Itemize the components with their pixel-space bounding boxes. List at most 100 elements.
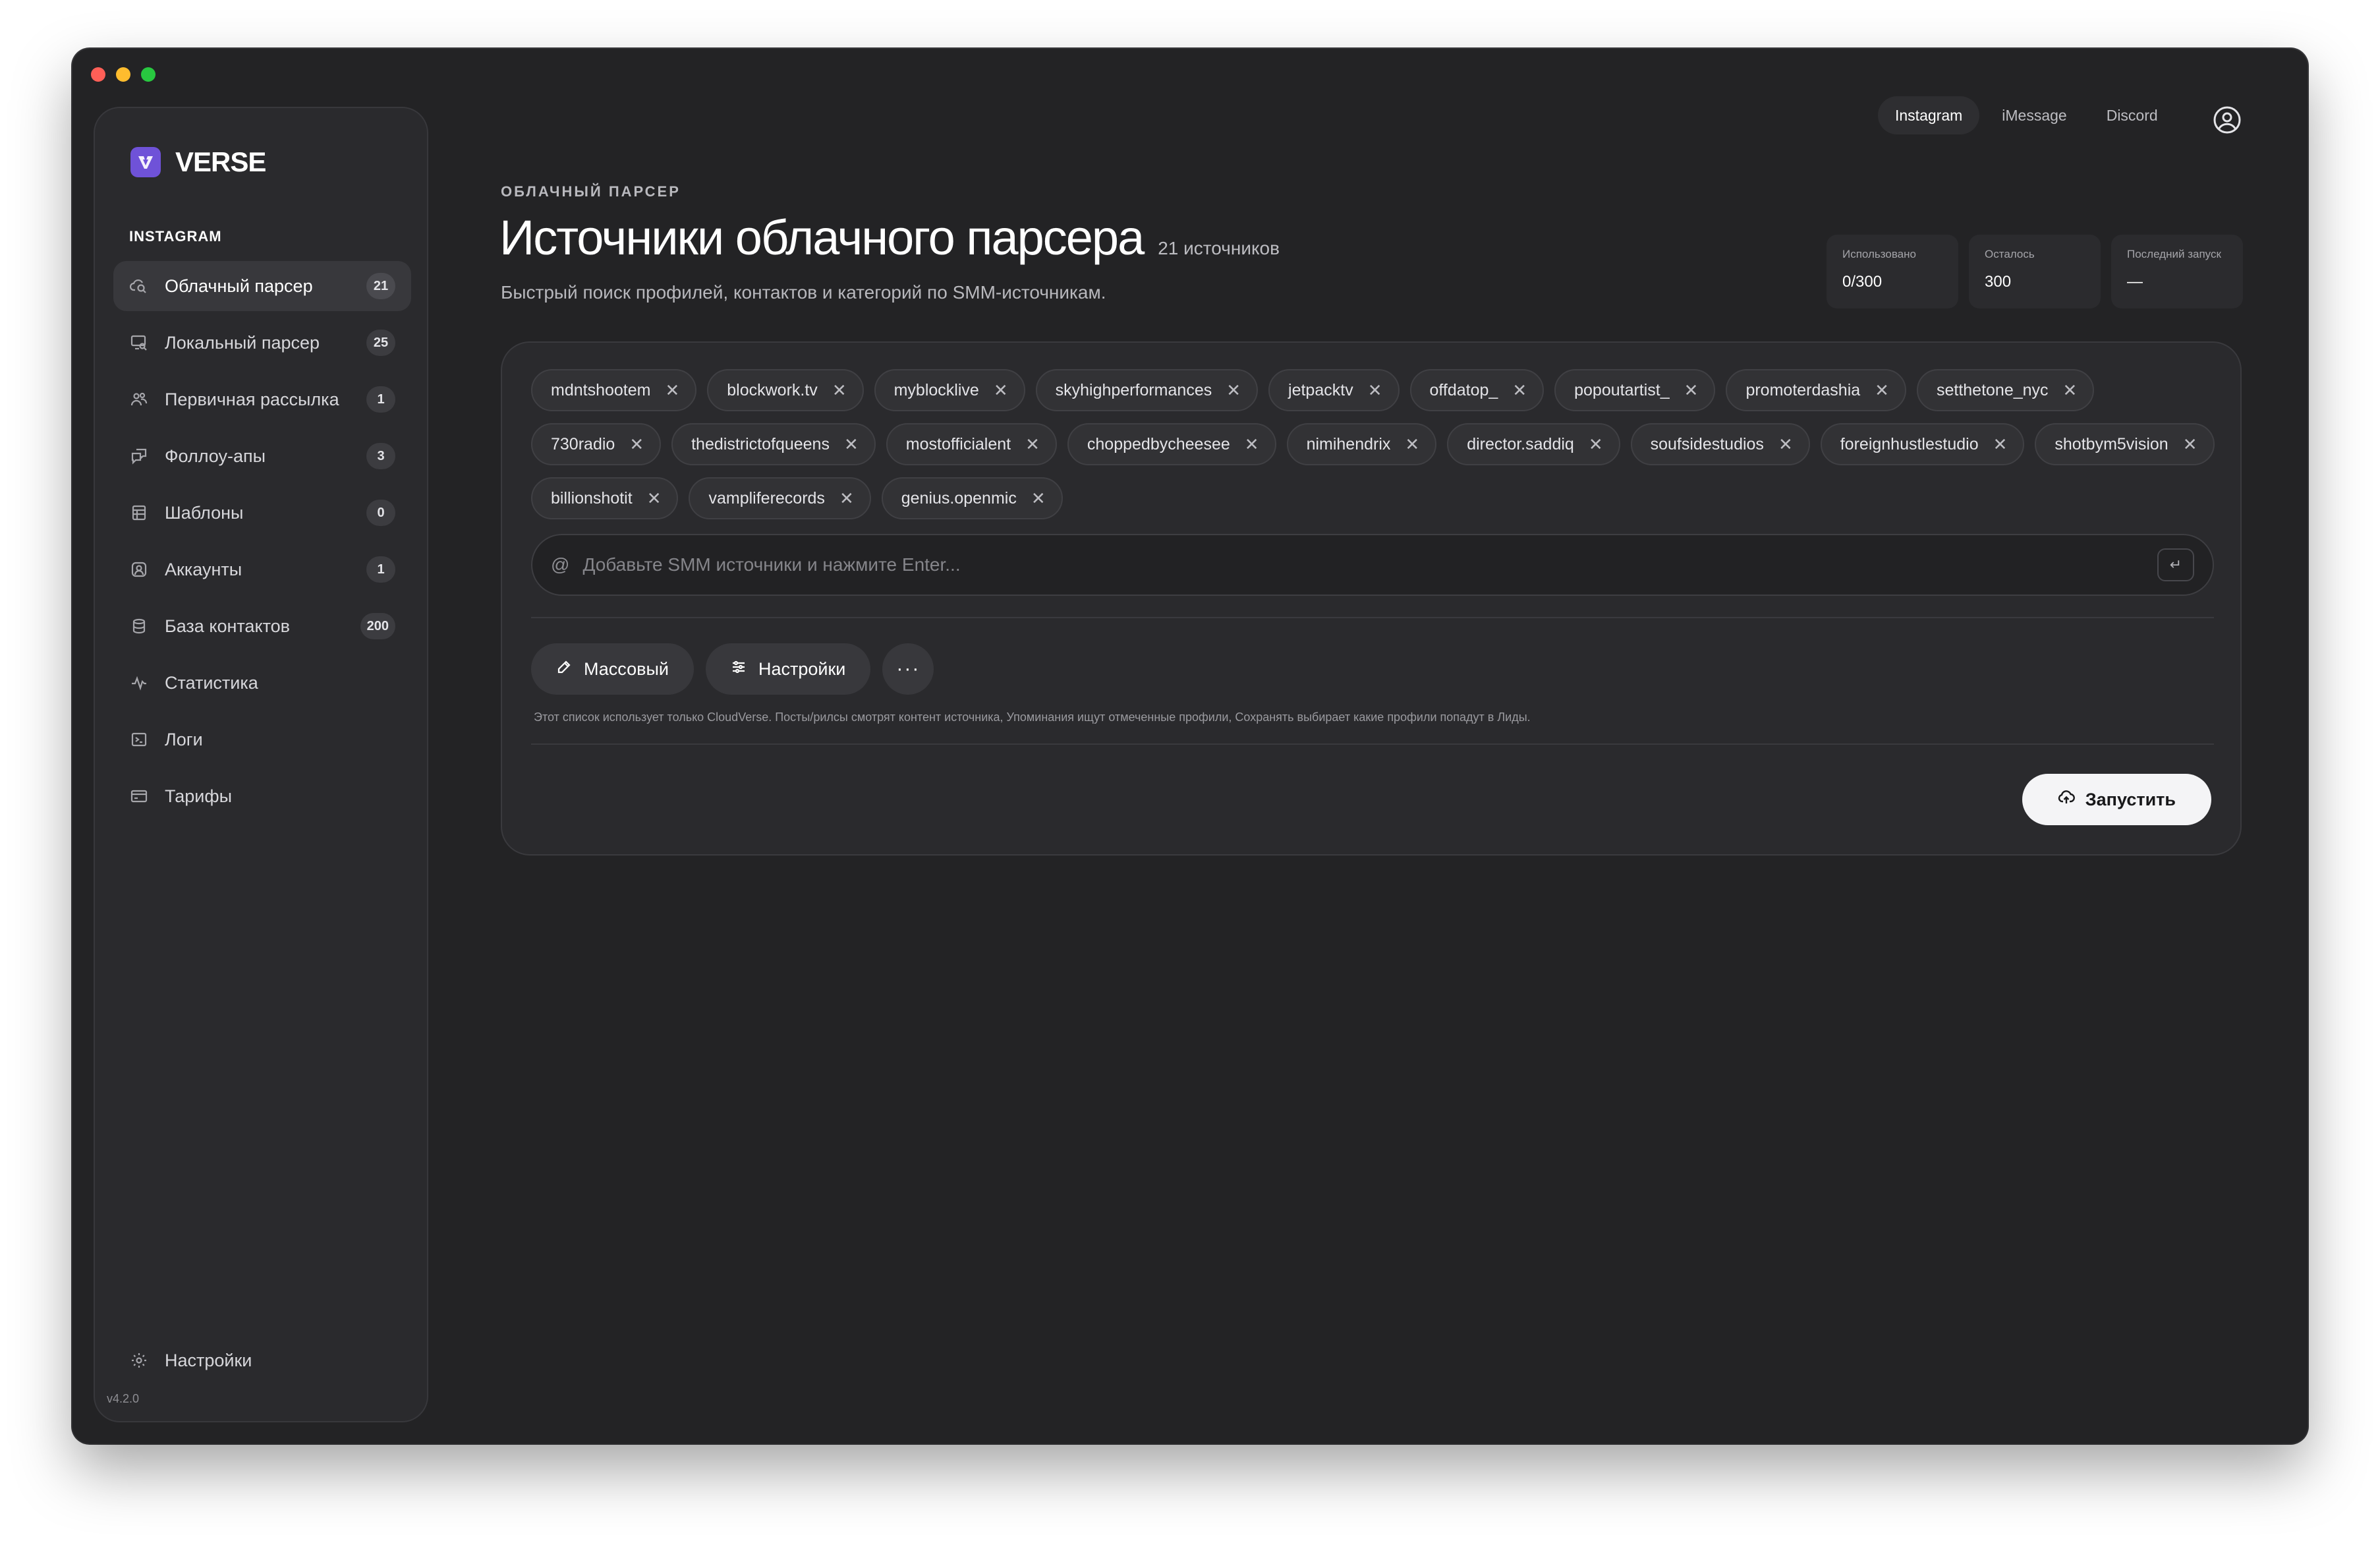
- source-chip[interactable]: billionshotit ✕: [531, 477, 679, 519]
- sidebar-item-label: Шаблоны: [165, 502, 244, 523]
- settings-button[interactable]: Настройки: [705, 643, 871, 695]
- remove-source-icon[interactable]: ✕: [1684, 382, 1699, 399]
- remove-source-icon[interactable]: ✕: [1993, 436, 2008, 453]
- minimize-window-button[interactable]: [116, 67, 130, 82]
- monitor-search-icon: [129, 333, 149, 353]
- remove-source-icon[interactable]: ✕: [1512, 382, 1527, 399]
- more-options-button[interactable]: ···: [882, 643, 934, 695]
- remove-source-icon[interactable]: ✕: [994, 382, 1008, 399]
- sliders-icon: [731, 659, 747, 680]
- source-chip[interactable]: jetpacktv ✕: [1268, 369, 1400, 411]
- run-button[interactable]: Запустить: [2022, 774, 2211, 825]
- sidebar-item-badge: 25: [366, 330, 395, 356]
- sidebar-item-badge: 3: [366, 443, 395, 469]
- stat-label: Последний запуск: [2127, 248, 2221, 260]
- edit-icon: [556, 659, 572, 680]
- sidebar-item-logs[interactable]: Логи: [113, 714, 411, 765]
- source-chip[interactable]: vampliferecords ✕: [689, 477, 871, 519]
- source-chip[interactable]: popoutartist_ ✕: [1554, 369, 1716, 411]
- sidebar-item-templates[interactable]: Шаблоны 0: [113, 488, 411, 538]
- source-chip-label: thedistrictofqueens: [691, 434, 830, 453]
- source-chip[interactable]: offdatop_ ✕: [1409, 369, 1544, 411]
- remove-source-icon[interactable]: ✕: [1031, 490, 1046, 507]
- remove-source-icon[interactable]: ✕: [1025, 436, 1040, 453]
- remove-source-icon[interactable]: ✕: [1875, 382, 1889, 399]
- remove-source-icon[interactable]: ✕: [629, 436, 644, 453]
- source-chip[interactable]: director.saddiq ✕: [1447, 423, 1620, 465]
- remove-source-icon[interactable]: ✕: [1778, 436, 1793, 453]
- source-chip[interactable]: shotbym5vision ✕: [2035, 423, 2215, 465]
- sidebar-item-label: Облачный парсер: [165, 276, 313, 296]
- source-chip-label: setthetone_nyc: [1936, 380, 2049, 399]
- source-chip[interactable]: mdntshootem ✕: [531, 369, 697, 411]
- source-chip[interactable]: myblocklive ✕: [874, 369, 1025, 411]
- remove-source-icon[interactable]: ✕: [1589, 436, 1603, 453]
- tab-imessage[interactable]: iMessage: [1985, 96, 2083, 134]
- sidebar-item-follow-ups[interactable]: Фоллоу-апы 3: [113, 431, 411, 481]
- sidebar-item-accounts[interactable]: Аккаунты 1: [113, 544, 411, 595]
- source-chip-label: popoutartist_: [1574, 380, 1670, 399]
- messages-icon: [129, 446, 149, 466]
- source-chip[interactable]: thedistrictofqueens ✕: [671, 423, 876, 465]
- maximize-window-button[interactable]: [141, 67, 156, 82]
- remove-source-icon[interactable]: ✕: [844, 436, 859, 453]
- remove-source-icon[interactable]: ✕: [2063, 382, 2078, 399]
- source-chip[interactable]: skyhighperformances ✕: [1035, 369, 1259, 411]
- platform-tabs: Instagram iMessage Discord: [1878, 96, 2175, 134]
- enter-key-icon[interactable]: ↵: [2157, 548, 2194, 581]
- source-chip[interactable]: choppedbycheesee ✕: [1067, 423, 1276, 465]
- brand[interactable]: VERSE: [130, 146, 266, 178]
- sidebar-item-primary-mailing[interactable]: Первичная рассылка 1: [113, 374, 411, 424]
- info-note: Этот список использует только CloudVerse…: [534, 711, 1531, 724]
- source-chip-label: choppedbycheesee: [1087, 434, 1230, 453]
- source-chip[interactable]: mostofficialent ✕: [886, 423, 1057, 465]
- page-title: Источники облачного парсера: [499, 210, 1145, 265]
- remove-source-icon[interactable]: ✕: [665, 382, 679, 399]
- sidebar-item-settings[interactable]: Настройки: [113, 1335, 268, 1385]
- remove-source-icon[interactable]: ✕: [1368, 382, 1382, 399]
- remove-source-icon[interactable]: ✕: [647, 490, 662, 507]
- source-chip[interactable]: setthetone_nyc ✕: [1916, 369, 2095, 411]
- source-chip-label: skyhighperformances: [1055, 380, 1212, 399]
- tab-discord[interactable]: Discord: [2089, 96, 2175, 134]
- sidebar-item-label: Фоллоу-апы: [165, 446, 266, 466]
- sidebar-item-local-parser[interactable]: Локальный парсер 25: [113, 318, 411, 368]
- sidebar-settings-label: Настройки: [165, 1350, 252, 1370]
- remove-source-icon[interactable]: ✕: [832, 382, 847, 399]
- stat-value: 300: [1985, 273, 2012, 291]
- sidebar-item-contacts-db[interactable]: База контактов 200: [113, 601, 411, 651]
- remove-source-icon[interactable]: ✕: [1226, 382, 1241, 399]
- source-chip-label: offdatop_: [1429, 380, 1498, 399]
- account-icon: [129, 560, 149, 579]
- source-input[interactable]: [581, 554, 2157, 576]
- sidebar-item-label: База контактов: [165, 616, 290, 636]
- sidebar-item-tariffs[interactable]: Тарифы: [113, 771, 411, 821]
- remove-source-icon[interactable]: ✕: [2183, 436, 2197, 453]
- source-chip-label: jetpacktv: [1288, 380, 1353, 399]
- source-chip[interactable]: soufsidestudios ✕: [1630, 423, 1810, 465]
- activity-icon: [129, 673, 149, 693]
- stat-value: 0/300: [1842, 273, 1883, 291]
- users-icon: [129, 390, 149, 409]
- source-chip[interactable]: 730radio ✕: [531, 423, 662, 465]
- sidebar-item-statistics[interactable]: Статистика: [113, 658, 411, 708]
- remove-source-icon[interactable]: ✕: [839, 490, 854, 507]
- tab-instagram[interactable]: Instagram: [1878, 96, 1980, 134]
- source-chip[interactable]: genius.openmic ✕: [881, 477, 1063, 519]
- cloud-search-icon: [129, 276, 149, 296]
- usage-stats: Использовано 0/300 Осталось 300 Последни…: [1827, 235, 2243, 308]
- source-input-wrapper: @ ↵: [531, 534, 2214, 596]
- source-chip[interactable]: promoterdashia ✕: [1726, 369, 1906, 411]
- user-circle-icon[interactable]: [2213, 105, 2242, 134]
- close-window-button[interactable]: [91, 67, 105, 82]
- remove-source-icon[interactable]: ✕: [1245, 436, 1259, 453]
- bulk-button[interactable]: Массовый: [531, 643, 694, 695]
- source-chip-label: promoterdashia: [1745, 380, 1861, 399]
- remove-source-icon[interactable]: ✕: [1405, 436, 1419, 453]
- database-icon: [129, 616, 149, 636]
- source-chip[interactable]: blockwork.tv ✕: [707, 369, 864, 411]
- sidebar-item-cloud-parser[interactable]: Облачный парсер 21: [113, 261, 411, 311]
- source-chip[interactable]: nimihendrix ✕: [1286, 423, 1437, 465]
- page-eyebrow: ОБЛАЧНЫЙ ПАРСЕР: [501, 183, 681, 200]
- source-chip[interactable]: foreignhustlestudio ✕: [1820, 423, 2025, 465]
